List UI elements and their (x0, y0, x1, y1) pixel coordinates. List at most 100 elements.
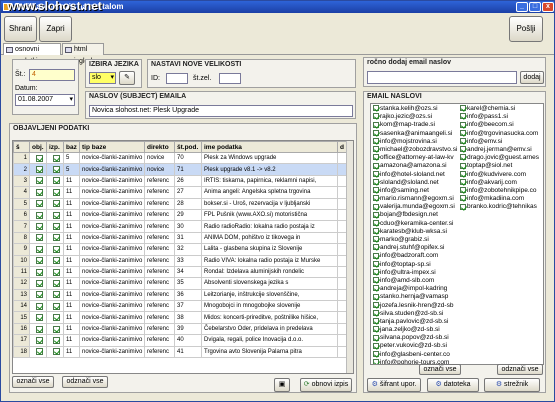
mark-all-emails-button[interactable]: označi vse (419, 364, 461, 375)
email-checkbox[interactable] (373, 219, 379, 226)
email-item[interactable]: info@zobotehnikpipe.co (459, 187, 543, 195)
izp-checkbox[interactable] (52, 279, 60, 287)
column-header[interactable]: št.pod. (174, 141, 202, 153)
email-checkbox[interactable] (373, 228, 379, 235)
table-row[interactable]: 5 11 novice-članki-zanimivo referenc 28 bokse… (13, 197, 348, 210)
email-item[interactable]: karel@chemia.si (459, 105, 543, 113)
obj-checkbox[interactable] (35, 211, 43, 219)
minimize-button[interactable]: _ (516, 2, 528, 12)
email-item[interactable]: mario.rismann@egoxm.si (372, 195, 458, 203)
email-checkbox[interactable] (460, 105, 466, 112)
izp-checkbox[interactable] (52, 336, 60, 344)
email-checkbox[interactable] (373, 293, 379, 300)
email-item[interactable]: cduo@keramika-center.si (372, 220, 458, 228)
issue-number-field[interactable]: 4 (29, 69, 75, 81)
email-checkbox[interactable] (373, 121, 379, 128)
email-checkbox[interactable] (460, 138, 466, 145)
email-item[interactable]: karatesb@klub-wksa.si (372, 228, 458, 236)
email-item[interactable]: info@glasbeni-center.co (372, 351, 458, 359)
email-checkbox[interactable] (460, 187, 466, 194)
email-checkbox[interactable] (373, 129, 379, 136)
email-checkbox[interactable] (460, 162, 466, 169)
column-header[interactable]: baz (63, 141, 80, 153)
email-checkbox[interactable] (373, 244, 379, 251)
obj-checkbox[interactable] (35, 166, 43, 174)
column-header[interactable]: š (13, 141, 30, 153)
email-item[interactable]: valerija.munda@egoxm.si (372, 203, 458, 211)
izp-checkbox[interactable] (52, 223, 60, 230)
email-checkbox[interactable] (460, 154, 466, 161)
tab-html-view[interactable]: html izgled (62, 43, 104, 65)
email-item[interactable]: info@ultra-impex.si (372, 269, 458, 277)
email-checkbox[interactable] (460, 113, 466, 120)
table-row[interactable]: 1 5 novice-članki-zanimivo novice 70 Plesk za… (13, 151, 348, 165)
email-checkbox[interactable] (373, 285, 379, 292)
obj-checkbox[interactable] (35, 188, 43, 196)
email-checkbox[interactable] (373, 260, 379, 267)
email-item[interactable]: info@saming.net (372, 187, 458, 195)
email-checkbox[interactable] (373, 203, 379, 210)
email-checkbox[interactable] (373, 301, 379, 308)
table-row[interactable]: 3 11 novice-članki-zanimivo referenc 26 IRTIS… (13, 174, 348, 188)
izp-checkbox[interactable] (52, 200, 60, 208)
email-checkbox[interactable] (373, 105, 379, 112)
column-header[interactable]: izp. (46, 141, 64, 153)
email-checkbox[interactable] (373, 195, 379, 202)
table-row[interactable]: 6 11 novice-članki-zanimivo referenc 29 FPL P… (13, 208, 348, 222)
obj-checkbox[interactable] (35, 348, 43, 356)
izp-checkbox[interactable] (52, 154, 60, 162)
email-checkbox[interactable] (373, 326, 379, 333)
izp-checkbox[interactable] (52, 348, 60, 356)
table-row[interactable]: 12 11 novice-članki-zanimivo referenc 35 Abso… (13, 277, 348, 290)
email-item[interactable]: info@badzoraft.com (372, 252, 458, 260)
column-header[interactable]: tip baze (79, 141, 145, 153)
email-item[interactable]: silva.studen@zd-sb.si (372, 310, 458, 318)
published-grid[interactable]: š obj. izp. baz tip baze direkto št.pod. ime po… (12, 140, 354, 374)
email-item[interactable]: rajko.jezic@ozs.si (372, 113, 458, 121)
file-button[interactable]: ⚙ datoteka (427, 378, 479, 392)
close-window-button[interactable]: x (542, 2, 554, 12)
email-checkbox[interactable] (373, 162, 379, 169)
unmark-all-published-button[interactable]: odznači vse (62, 376, 108, 388)
encrypt-users-button[interactable]: ⚙ šifrant upor. (367, 378, 421, 392)
table-row[interactable]: 11 11 novice-članki-zanimivo referenc 34 Rond… (13, 265, 348, 279)
stzel-field[interactable] (219, 73, 241, 84)
email-checkbox[interactable] (460, 178, 466, 185)
tab-basic-data[interactable]: osnovni podatki (3, 43, 61, 65)
table-row[interactable]: 13 11 novice-članki-zanimivo referenc 36 Leit… (13, 288, 348, 302)
refresh-button[interactable]: ⟳ obnovi izpis (300, 378, 352, 392)
izp-checkbox[interactable] (52, 291, 60, 299)
email-item[interactable]: peter.vukovic@zd-sb.si (372, 342, 458, 350)
obj-checkbox[interactable] (35, 314, 43, 322)
unmark-all-emails-button[interactable]: odznači vse (497, 364, 543, 375)
save-button[interactable]: Shrani (4, 16, 37, 42)
email-checkbox[interactable] (373, 236, 379, 243)
table-row[interactable]: 18 11 novice-članki-zanimivo referenc 41 Trgo… (13, 345, 348, 359)
subject-field[interactable]: Novica slohost.net: Plesk Upgrade (89, 105, 353, 117)
izp-checkbox[interactable] (52, 177, 60, 185)
email-checkbox[interactable] (460, 129, 466, 136)
obj-checkbox[interactable] (35, 200, 43, 208)
mark-all-published-button[interactable]: označi vse (12, 376, 54, 388)
email-item[interactable]: sloland@sloland.net (372, 179, 458, 187)
email-checkbox[interactable] (373, 154, 379, 161)
izp-checkbox[interactable] (52, 245, 60, 253)
obj-checkbox[interactable] (35, 325, 43, 333)
email-item[interactable]: stanka.kelih@ozs.si (372, 105, 458, 113)
email-item[interactable]: info@amd-slb.com (372, 277, 458, 285)
grid-vertical-scrollbar[interactable] (346, 141, 353, 373)
email-item[interactable]: info@pass1.si (459, 113, 543, 121)
izp-checkbox[interactable] (52, 188, 60, 196)
close-button[interactable]: Zapri (39, 16, 72, 42)
email-checkbox[interactable] (373, 178, 379, 185)
email-item[interactable]: info@kudvivere.com (459, 171, 543, 179)
obj-checkbox[interactable] (35, 234, 43, 242)
izp-checkbox[interactable] (52, 268, 60, 276)
izp-checkbox[interactable] (52, 211, 60, 219)
email-item[interactable]: info@emv.si (459, 138, 543, 146)
send-button[interactable]: Pošlji (509, 16, 543, 42)
obj-checkbox[interactable] (35, 257, 43, 265)
obj-checkbox[interactable] (35, 302, 43, 310)
email-checkbox[interactable] (460, 121, 466, 128)
table-row[interactable]: 14 11 novice-članki-zanimivo referenc 37 Mnog… (13, 300, 348, 313)
